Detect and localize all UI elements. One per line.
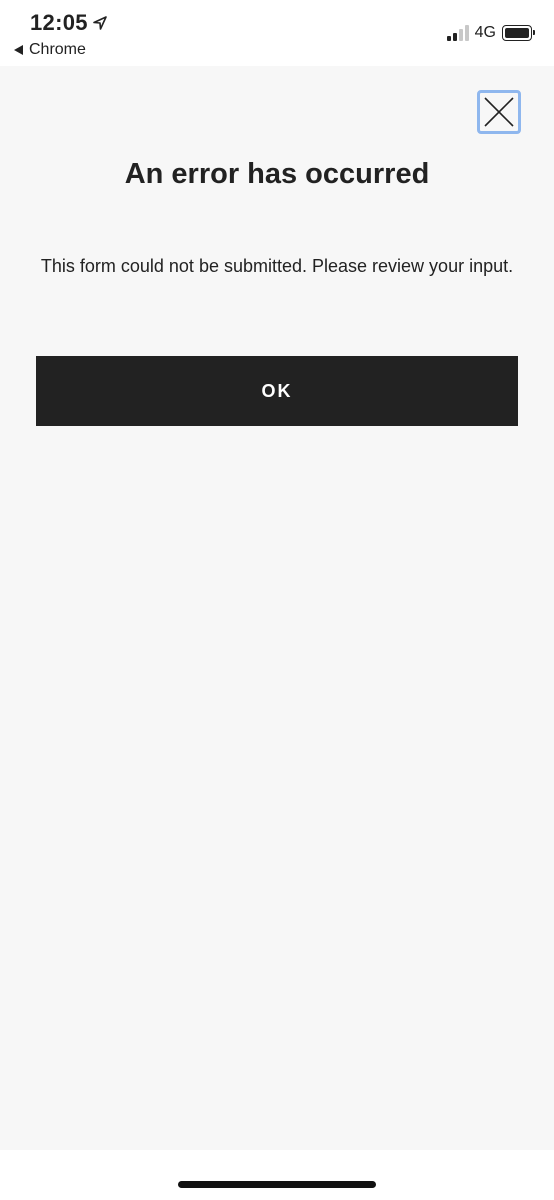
error-dialog: An error has occurred This form could no… xyxy=(0,66,554,1150)
status-bar: 12:05 Chrome 4G xyxy=(0,0,554,66)
signal-strength-icon xyxy=(446,25,469,41)
status-indicators: 4G xyxy=(446,24,535,42)
home-indicator[interactable] xyxy=(178,1181,376,1188)
back-app-label: Chrome xyxy=(29,41,86,58)
dialog-message: This form could not be submitted. Please… xyxy=(40,256,514,276)
back-to-app-link[interactable]: Chrome xyxy=(14,41,86,59)
back-triangle-icon xyxy=(14,45,23,55)
location-arrow-icon xyxy=(92,16,107,30)
clock: 12:05 xyxy=(30,10,108,36)
close-button[interactable] xyxy=(477,90,521,134)
battery-icon xyxy=(502,25,535,41)
clock-time: 12:05 xyxy=(30,10,88,35)
home-bar-area xyxy=(0,1150,554,1200)
ok-button[interactable]: OK xyxy=(36,356,518,426)
dialog-title: An error has occurred xyxy=(124,158,430,190)
close-icon xyxy=(484,97,514,127)
network-type: 4G xyxy=(474,24,496,41)
